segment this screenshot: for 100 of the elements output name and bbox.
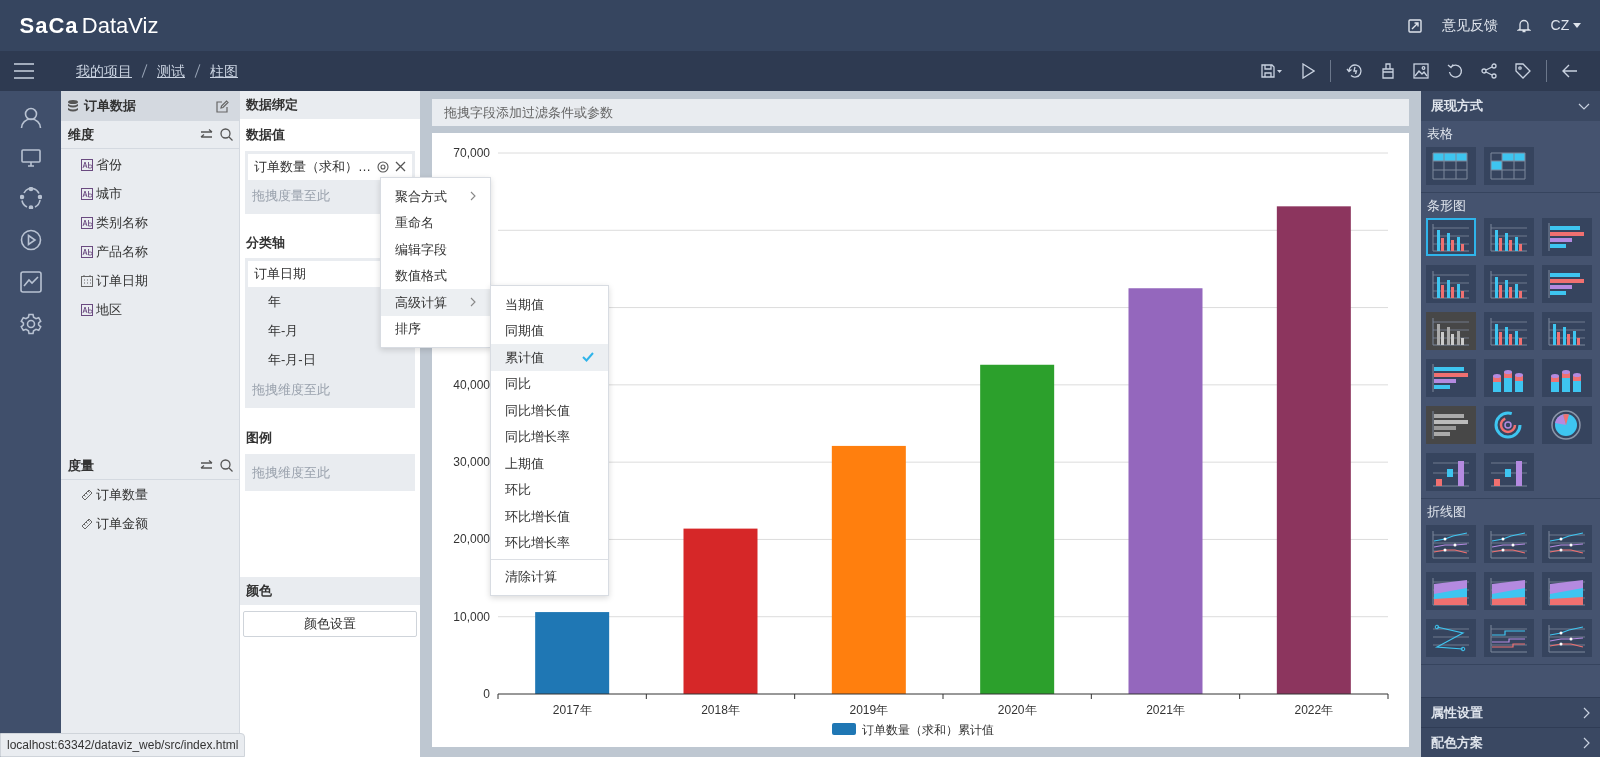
menu-option[interactable]: 同期值 xyxy=(491,317,608,344)
menu-item[interactable]: 编辑字段 xyxy=(381,236,490,263)
search-icon[interactable] xyxy=(219,128,233,141)
column-chart-icon xyxy=(1431,268,1471,300)
panel-header[interactable]: 展现方式 xyxy=(1421,91,1600,121)
feedback-link[interactable]: 意见反馈 xyxy=(1441,15,1498,36)
field-chip[interactable]: 订单日期 xyxy=(254,264,306,284)
chart-type-option[interactable] xyxy=(1542,524,1592,563)
settings-icon[interactable] xyxy=(376,160,389,173)
swap-icon[interactable] xyxy=(200,460,213,471)
menu-option[interactable]: 环比增长率 xyxy=(491,529,608,556)
section-title: 度量 xyxy=(67,456,94,475)
expand-icon[interactable] xyxy=(1408,18,1423,33)
chart-type-option[interactable] xyxy=(1426,265,1476,303)
chart-type-option[interactable] xyxy=(1426,453,1476,491)
close-icon[interactable] xyxy=(395,161,406,172)
menu-item[interactable]: 数值格式 xyxy=(381,262,490,289)
menu-item[interactable]: 重命名 xyxy=(381,209,490,236)
chart-type-option[interactable] xyxy=(1484,265,1534,303)
cycle-icon[interactable] xyxy=(19,187,42,209)
chart-type-option[interactable] xyxy=(1426,146,1476,185)
menu-item[interactable]: 排序 xyxy=(381,315,490,342)
column-chart-icon xyxy=(1489,221,1529,253)
field-item[interactable]: 地区 xyxy=(96,299,123,320)
chart-type-option[interactable] xyxy=(1484,146,1534,185)
logo-wordmark: SaCa xyxy=(19,12,79,40)
panel-header[interactable]: 属性设置 xyxy=(1421,697,1600,727)
color-settings-button[interactable]: 颜色设置 xyxy=(243,611,417,637)
user-menu[interactable]: CZ xyxy=(1550,15,1581,36)
swap-icon[interactable] xyxy=(200,129,213,140)
chart-type-option[interactable] xyxy=(1542,218,1592,256)
menu-option[interactable]: 同比增长值 xyxy=(491,397,608,424)
chart-type-option[interactable] xyxy=(1426,312,1476,350)
menu-option[interactable]: 环比增长值 xyxy=(491,503,608,530)
chart-type-option[interactable] xyxy=(1484,359,1534,397)
image-icon[interactable] xyxy=(1413,63,1429,79)
line-chart-icon[interactable] xyxy=(19,271,42,293)
menu-option[interactable]: 同比增长率 xyxy=(491,423,608,450)
y-tick-label: 70,000 xyxy=(453,146,490,160)
panel-header[interactable]: 配色方案 xyxy=(1421,727,1600,757)
brush-icon[interactable] xyxy=(1381,63,1395,79)
menu-option[interactable]: 上期值 xyxy=(491,450,608,477)
chart-type-option[interactable] xyxy=(1542,618,1592,657)
menu-option[interactable]: 同比 xyxy=(491,370,608,397)
chart-type-option[interactable] xyxy=(1542,265,1592,303)
product-name: DataViz xyxy=(81,12,159,40)
chart-type-option[interactable] xyxy=(1426,571,1476,610)
field-item[interactable]: 订单金额 xyxy=(96,513,149,534)
menu-item[interactable]: 高级计算 xyxy=(381,289,490,316)
chart-type-option[interactable] xyxy=(1484,524,1534,563)
chart-type-option[interactable] xyxy=(1484,218,1534,256)
chart-type-option[interactable] xyxy=(1426,618,1476,657)
check-icon xyxy=(582,352,594,363)
chart-type-option[interactable] xyxy=(1484,453,1534,491)
chart-type-option[interactable] xyxy=(1542,312,1592,350)
menu-option[interactable]: 当期值 xyxy=(491,291,608,318)
chart-type-option[interactable] xyxy=(1484,312,1534,350)
field-item[interactable]: 类别名称 xyxy=(96,212,149,233)
chart-type-option[interactable] xyxy=(1484,571,1534,610)
chart-type-option[interactable] xyxy=(1426,406,1476,444)
history-icon[interactable] xyxy=(1346,63,1363,79)
x-tick-label: 2018年 xyxy=(701,703,740,717)
date-level-option[interactable]: 年 xyxy=(268,291,281,312)
chart-type-option[interactable] xyxy=(1542,359,1592,397)
share-icon[interactable] xyxy=(1481,63,1497,79)
breadcrumb-link[interactable]: 柱图 xyxy=(210,60,238,82)
user-icon[interactable] xyxy=(19,107,42,129)
tag-icon[interactable] xyxy=(1515,63,1531,79)
play-circle-icon[interactable] xyxy=(19,229,42,251)
menu-option[interactable]: 环比 xyxy=(491,476,608,503)
field-item[interactable]: 订单数量 xyxy=(96,484,149,505)
save-icon[interactable] xyxy=(1261,64,1283,78)
menu-icon[interactable] xyxy=(13,62,35,80)
field-item[interactable]: 城市 xyxy=(96,183,123,204)
field-item[interactable]: 订单日期 xyxy=(96,270,149,291)
legend-label[interactable]: 订单数量（求和）累计值 xyxy=(862,723,994,737)
breadcrumb-link[interactable]: 测试 xyxy=(157,60,185,82)
menu-item[interactable]: 聚合方式 xyxy=(381,183,490,210)
chart-type-option[interactable] xyxy=(1484,406,1534,444)
date-level-option[interactable]: 年-月 xyxy=(268,320,299,341)
menu-item[interactable]: 清除计算 xyxy=(491,563,608,590)
bell-icon[interactable] xyxy=(1517,18,1532,33)
refresh-icon[interactable] xyxy=(1447,63,1463,79)
date-level-option[interactable]: 年-月-日 xyxy=(268,349,316,370)
menu-option[interactable]: 累计值 xyxy=(491,344,608,371)
back-arrow-icon[interactable] xyxy=(1562,64,1578,78)
search-icon[interactable] xyxy=(219,459,233,472)
chart-type-option[interactable] xyxy=(1426,524,1476,563)
chart-type-option[interactable] xyxy=(1426,359,1476,397)
drop-hint: 拖拽维度至此 xyxy=(252,382,330,397)
breadcrumb-link[interactable]: 我的项目 xyxy=(76,60,132,82)
field-item[interactable]: 省份 xyxy=(96,154,123,175)
edit-icon[interactable] xyxy=(216,99,230,113)
field-item[interactable]: 产品名称 xyxy=(96,241,149,262)
chart-type-option[interactable] xyxy=(1426,218,1476,256)
settings-icon[interactable] xyxy=(19,313,42,335)
monitor-icon[interactable] xyxy=(20,149,41,167)
chart-type-option[interactable] xyxy=(1542,571,1592,610)
chart-type-option[interactable] xyxy=(1542,406,1592,444)
play-icon[interactable] xyxy=(1301,63,1315,79)
